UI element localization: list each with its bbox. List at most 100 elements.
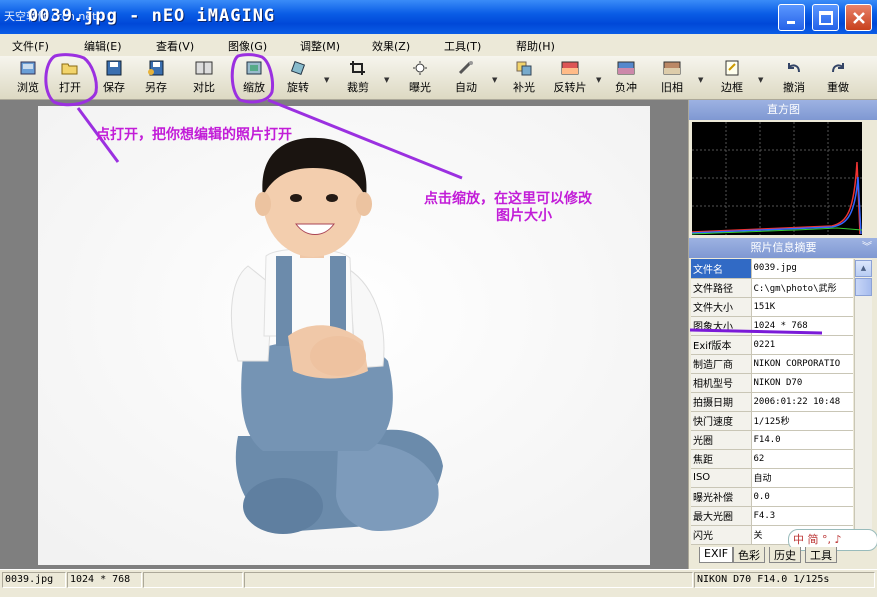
photo-info-panel: 照片信息摘要 ︾ 文件名 0039.jpg 文件路径 C:\gm\photo\武彤 … [689, 238, 877, 549]
crop-button[interactable]: 裁剪 [336, 58, 380, 98]
compare-button[interactable]: 对比 [182, 58, 226, 98]
info-value: 0221 [750, 335, 853, 355]
scroll-up-icon[interactable]: ▲ [855, 260, 872, 277]
open-button[interactable]: 打开 [48, 58, 92, 98]
menu-adjust[interactable]: 调整(M) [300, 38, 340, 54]
panel-tabs: EXIF 色彩 历史 工具 [689, 547, 877, 567]
menu-effects[interactable]: 效果(Z) [372, 38, 410, 54]
browse-button[interactable]: 浏览 [6, 58, 50, 98]
info-row[interactable]: ISO 自动 [691, 468, 853, 488]
rotate-icon [290, 60, 306, 76]
info-value: F4.3 [750, 506, 853, 526]
info-row[interactable]: 曝光补偿 0.0 [691, 487, 853, 507]
rotate-button[interactable]: 旋转 [276, 58, 320, 98]
status-camera: NIKON D70 F14.0 1/125s [694, 572, 875, 588]
info-value: C:\gm\photo\武彤 [750, 278, 853, 298]
histogram-canvas [691, 122, 863, 235]
histogram-graph [691, 122, 863, 235]
info-key: 光圈 [691, 430, 751, 450]
maximize-icon [818, 10, 833, 25]
minimize-icon [786, 20, 795, 24]
rotate-label: 旋转 [287, 81, 309, 94]
save-label: 保存 [103, 81, 125, 94]
info-key: ISO [691, 468, 751, 488]
redo-label: 重做 [827, 81, 849, 94]
auto-dropdown-icon[interactable]: ▼ [492, 76, 497, 84]
photo-canvas[interactable] [38, 106, 650, 565]
info-header[interactable]: 照片信息摘要 ︾ [689, 238, 877, 258]
resize-icon [246, 61, 262, 75]
undo-button[interactable]: 撤消 [772, 58, 816, 98]
cross-process-label: 负冲 [615, 81, 637, 94]
maximize-button[interactable] [812, 4, 839, 31]
menu-help[interactable]: 帮助(H) [516, 38, 555, 54]
info-row[interactable]: 文件路径 C:\gm\photo\武彤 [691, 278, 853, 298]
info-key: 文件大小 [691, 297, 751, 317]
old-photo-label: 旧相 [661, 81, 683, 94]
frame-dropdown-icon[interactable]: ▼ [758, 76, 763, 84]
rotate-dropdown-icon[interactable]: ▼ [324, 76, 329, 84]
info-row[interactable]: 制造厂商 NIKON CORPORATIO [691, 354, 853, 374]
crop-label: 裁剪 [347, 81, 369, 94]
status-empty [143, 572, 243, 588]
tab-tools[interactable]: 工具 [805, 547, 837, 563]
old-photo-dropdown-icon[interactable]: ▼ [698, 76, 703, 84]
image-workspace[interactable] [0, 100, 688, 569]
close-button[interactable] [845, 4, 872, 31]
info-row[interactable]: 文件名 0039.jpg [691, 259, 853, 279]
info-scrollbar[interactable]: ▲ [854, 259, 872, 549]
old-photo-button[interactable]: 旧相 [650, 58, 694, 98]
info-row[interactable]: 焦距 62 [691, 449, 853, 469]
redo-button[interactable]: 重做 [816, 58, 860, 98]
child-photo [38, 106, 650, 565]
frame-button[interactable]: 边框 [710, 58, 754, 98]
menu-tools[interactable]: 工具(T) [444, 38, 481, 54]
info-row[interactable]: 相机型号 NIKON D70 [691, 373, 853, 393]
resize-button[interactable]: 缩放 [232, 58, 276, 98]
fill-light-button[interactable]: 补光 [502, 58, 546, 98]
menu-file[interactable]: 文件(F) [12, 38, 49, 54]
tab-history[interactable]: 历史 [769, 547, 801, 563]
slide-film-dropdown-icon[interactable]: ▼ [596, 76, 601, 84]
info-key: 图象大小 [691, 316, 751, 336]
slide-film-button[interactable]: 反转片 [548, 58, 592, 98]
info-key: 拍摄日期 [691, 392, 751, 412]
exposure-label: 曝光 [409, 81, 431, 94]
menu-image[interactable]: 图像(G) [228, 38, 267, 54]
tab-color[interactable]: 色彩 [733, 547, 765, 563]
menu-view[interactable]: 查看(V) [156, 38, 194, 54]
exposure-button[interactable]: 曝光 [398, 58, 442, 98]
title-bar[interactable]: 天空软件 ctcn.net 0039.jpg - nEO iMAGING [0, 0, 877, 34]
fill-light-label: 补光 [513, 81, 535, 94]
resize-annotation-text-2: 图片大小 [496, 208, 552, 224]
menu-edit[interactable]: 编辑(E) [84, 38, 122, 54]
info-key: 最大光圈 [691, 506, 751, 526]
open-folder-icon [61, 63, 78, 75]
info-row[interactable]: 最大光圈 F4.3 [691, 506, 853, 526]
scroll-thumb[interactable] [855, 278, 872, 296]
info-table: 文件名 0039.jpg 文件路径 C:\gm\photo\武彤 文件大小 151K … [691, 259, 853, 545]
collapse-chevron-icon[interactable]: ︾ [862, 238, 872, 258]
save-button[interactable]: 保存 [92, 58, 136, 98]
info-row[interactable]: 拍摄日期 2006:01:22 10:48 [691, 392, 853, 412]
info-row[interactable]: 文件大小 151K [691, 297, 853, 317]
info-row[interactable]: Exif版本 0221 [691, 335, 853, 355]
info-row[interactable]: 图象大小 1024 * 768 [691, 316, 853, 336]
minimize-button[interactable] [778, 4, 805, 31]
crop-dropdown-icon[interactable]: ▼ [384, 76, 389, 84]
auto-button[interactable]: 自动 [444, 58, 488, 98]
crop-icon [350, 61, 365, 75]
info-value: 2006:01:22 10:48 [750, 392, 853, 412]
info-row[interactable]: 光圈 F14.0 [691, 430, 853, 450]
right-panel: 直方图 照片信息摘要 ︾ 文件名 0039.jpg 文件路径 C:\gm\pho… [688, 100, 877, 569]
info-key: 文件路径 [691, 278, 751, 298]
status-filename: 0039.jpg [2, 572, 66, 588]
cross-process-icon [617, 61, 635, 75]
info-row[interactable]: 快门速度 1/125秒 [691, 411, 853, 431]
save-icon [106, 60, 122, 76]
tab-exif[interactable]: EXIF [699, 547, 734, 563]
cross-process-button[interactable]: 负冲 [604, 58, 648, 98]
exposure-icon [413, 61, 427, 75]
browse-label: 浏览 [17, 81, 39, 94]
save-as-button[interactable]: 另存 [134, 58, 178, 98]
